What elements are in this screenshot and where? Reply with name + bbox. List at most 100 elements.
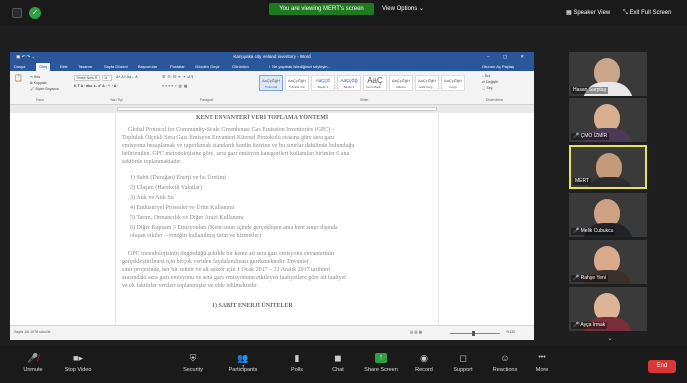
group-editing: Düzenleme [486, 98, 504, 102]
unmute-button[interactable]: 🎤̸ Unmute [8, 353, 58, 373]
exit-full-screen-button[interactable]: ⤡ Exit Full Screen [623, 6, 671, 20]
tab-mailings[interactable]: Postalar [170, 63, 185, 70]
replace-button[interactable]: ⇄ Değiştir [482, 80, 498, 84]
video-camera-icon: ■▸ [73, 353, 83, 363]
doc-text: ve ek faktörler verileri toplanmıştır ve… [122, 283, 258, 289]
group-font: Yazı Tipi [110, 98, 123, 102]
style-title[interactable]: AaÇ Konu Başlı... [363, 75, 387, 91]
tab-references[interactable]: Başvurular [138, 63, 157, 70]
font-name-select[interactable]: Times New R [74, 75, 100, 81]
bar-chart-icon: ▮ [294, 353, 300, 363]
participants-button[interactable]: 👥7 Participants [218, 353, 268, 373]
horizontal-ruler[interactable] [117, 107, 437, 111]
end-meeting-button[interactable]: End [648, 360, 676, 373]
doc-heading: KENT ENVANTERİ VERİ TOPLAMA YÖNTEMİ [196, 115, 329, 121]
security-shield-icon[interactable] [12, 8, 22, 18]
style-subtitle[interactable]: AaÇçĞğH Altkonu [389, 75, 413, 91]
style-no-spacing[interactable]: AaÇçĞğH ¶ Aralık Yok [285, 75, 309, 91]
view-mode-buttons[interactable]: ▤ ▥ ▦ [410, 330, 422, 334]
tab-review[interactable]: Gözden Geçir [195, 63, 220, 70]
copy-button[interactable]: ⧉ Kopyala [30, 81, 47, 85]
tab-design[interactable]: Tasarım [78, 63, 92, 70]
participant-name: 🎤̸ Rahşe Yeni [571, 275, 608, 282]
group-styles: Stiller [360, 98, 369, 102]
more-button[interactable]: ••• More [517, 353, 567, 373]
tab-view[interactable]: Görünüm [232, 63, 249, 70]
share-button[interactable]: Oturum Aç Paylaş [482, 63, 514, 70]
tab-layout[interactable]: Sayfa Düzeni [104, 63, 128, 70]
muted-mic-icon: 🎤̸ [573, 275, 581, 281]
doc-section-heading: 1) SABİT ENERJİ ÜNİTELER [212, 303, 293, 309]
tab-home[interactable]: Giriş [36, 63, 51, 71]
shared-screen-word: ▣ ↶ ↷ ⌄ Karşıyaka city ıreland inventory… [10, 52, 534, 340]
group-clipboard: Pano [36, 98, 44, 102]
participant-tile[interactable]: Hasan Sarptaş [569, 52, 647, 96]
tab-insert[interactable]: Ekle [60, 63, 68, 70]
participant-body [585, 177, 635, 187]
participant-name: Hasan Sarptaş [571, 87, 609, 94]
zoom-slider-handle[interactable] [472, 331, 475, 336]
meeting-toolbar: 🎤̸ Unmute ■▸ Stop Video ⛨ Security 👥7 Partic… [0, 346, 687, 383]
support-icon: ◻ [459, 353, 467, 363]
font-grow-icon[interactable]: A˄ A˅ Aa⌄ 𝐴 [116, 75, 137, 79]
participant-tile[interactable]: 🎤̸ Melik Cubukcu [569, 193, 647, 237]
select-button[interactable]: ⬚ Seç [482, 86, 493, 90]
stop-video-button[interactable]: ■▸ Stop Video [53, 353, 103, 373]
document-page[interactable]: KENT ENVANTERİ VERİ TOPLAMA YÖNTEMİ Glob… [115, 113, 439, 325]
doc-text: Topluluk Ölçekli Sera Gazı Emisyon Envan… [122, 135, 335, 141]
participant-name: 🎤̸ Melik Cubukcu [571, 228, 616, 235]
participant-tile[interactable]: 🎤̸ Rahşe Yeni [569, 240, 647, 284]
style-heading2[interactable]: AaÇçĞğ Başlık 2 [337, 75, 361, 91]
style-heading1[interactable]: AaÇçĞ Başlık 1 [311, 75, 335, 91]
participant-name: 🎤̸ ÇMO İZMİR [571, 133, 610, 140]
participant-name: MERT [573, 178, 592, 185]
shield-icon: ⛨ [189, 353, 197, 363]
doc-list-item: 6) Diğer Kapsam 3 Emisyonları (Kent sını… [130, 225, 338, 231]
record-icon: ◉ [420, 353, 428, 363]
zoom-level[interactable]: %130 [506, 330, 515, 334]
speaker-view-button[interactable]: ▦ Speaker View [566, 6, 610, 20]
muted-mic-icon: 🎤̸ [573, 133, 581, 139]
doc-text: Global Protocol for Community-Scale Gree… [128, 127, 335, 133]
style-emphasis[interactable]: AaÇçĞğH Vurgu [441, 75, 465, 91]
ribbon-tabs: Dosya Giriş Ekle Tasarım Sayfa Düzeni Ba… [10, 62, 534, 71]
doc-text: sektörde toplanmaktadır: [122, 159, 182, 165]
muted-mic-icon: 🎤̸ [573, 228, 581, 234]
doc-list-item: 3) Atık ve Atık Su [130, 195, 174, 201]
style-subtle-emphasis[interactable]: AaÇçĞğH Hafif Vurg... [415, 75, 439, 91]
doc-text: belirlenilen. GPC metodolojisine göre, s… [122, 151, 350, 157]
document-title: Karşıyaka city ıreland inventory - Word [233, 54, 311, 59]
tab-file[interactable]: Dosya [14, 63, 25, 70]
share-screen-icon: ↑ [375, 353, 387, 363]
paste-icon[interactable]: 📋 [14, 74, 23, 82]
alignment-buttons[interactable]: ≡ ≡ ≡ ≡ ↕· ▥· ▦· [162, 84, 189, 88]
viewing-screen-banner: You are viewing MERT's screen [269, 3, 374, 15]
doc-list-item: 4) Endüstriyel Prosesler ve Ürün Kullanı… [130, 205, 235, 211]
participant-tile[interactable]: 🎤̸ Ayça Irmak [569, 287, 647, 331]
participant-tile[interactable]: 🎤̸ ÇMO İZMİR [569, 98, 647, 142]
font-format-buttons[interactable]: K T A · abc x₂ x² A · ✎ · A · [74, 84, 119, 88]
doc-text: sınır projesinde, her bir sektör ve alt … [122, 267, 331, 273]
chat-bubble-icon: ◼ [334, 353, 342, 363]
participant-tile-active-speaker[interactable]: MERT [569, 145, 647, 189]
tell-me-box[interactable]: ♀ Ne yapmak istediğinizi söyleyin... [268, 63, 331, 70]
doc-text: arasındaki sera gazı emisyonu ve sera ga… [122, 275, 346, 281]
find-button[interactable]: ⌕ Bul [482, 74, 490, 78]
ellipsis-icon: ••• [538, 354, 546, 361]
list-buttons[interactable]: ☰· ☷· ☵· ⇤ ⇥ ↕A ¶ [162, 75, 193, 79]
window-controls[interactable]: – ▢ ✕ [487, 52, 530, 62]
font-size-select[interactable]: 11 [102, 75, 112, 81]
zoom-slider-track[interactable] [450, 333, 500, 334]
security-button[interactable]: ⛨ Security [168, 353, 218, 373]
view-options-button[interactable]: View Options ⌄ [382, 3, 424, 15]
doc-list-item: oluşan etkiler – örneğin kullanılmış ürü… [130, 233, 262, 239]
doc-text: emisyonu hesaplamak ve raporlamak standa… [122, 143, 355, 149]
cut-button[interactable]: ✂ Kes [30, 75, 40, 79]
format-painter-button[interactable]: 🖌 Biçim Boyacısı [30, 87, 59, 91]
microphone-muted-icon: 🎤̸ [27, 353, 39, 363]
style-normal[interactable]: AaÇçĞğH ¶ Normal [259, 75, 283, 91]
chevron-down-icon[interactable]: ⌄ [600, 334, 620, 344]
encryption-check-icon[interactable]: ✓ [29, 7, 41, 19]
doc-text: GPC metodolojisinin öngördüğü şekilde bi… [128, 251, 334, 257]
page-word-count: Sayfa 1/6 1078 sözcük [14, 330, 51, 334]
